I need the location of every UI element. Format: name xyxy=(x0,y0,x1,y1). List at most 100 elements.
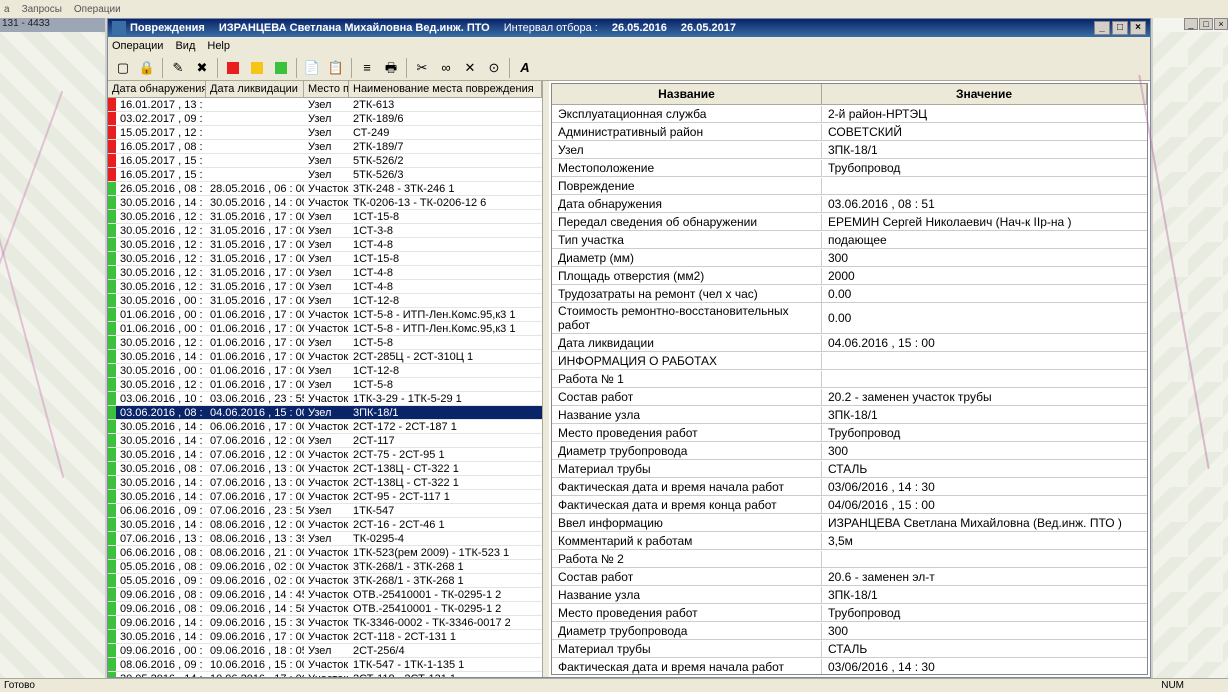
detail-row[interactable]: Трудозатраты на ремонт (чел х час)0.00 xyxy=(552,285,1147,303)
detail-row[interactable]: Ввел информациюИЗРАНЦЕВА Светлана Михайл… xyxy=(552,514,1147,532)
detail-row[interactable]: Работа № 2 xyxy=(552,550,1147,568)
table-row[interactable]: 09.06.2016 , 08 : 5809.06.2016 , 14 : 58… xyxy=(108,602,542,616)
col-date-found[interactable]: Дата обнаружения xyxy=(108,81,206,97)
scissors-button[interactable]: ✂ xyxy=(411,57,433,79)
detail-row[interactable]: Название узла3ПК-18/1 xyxy=(552,406,1147,424)
detail-row[interactable]: Тип участкаподающее xyxy=(552,231,1147,249)
menu-view[interactable]: Вид xyxy=(175,40,195,52)
table-row[interactable]: 30.05.2016 , 14 : 4707.06.2016 , 12 : 00… xyxy=(108,434,542,448)
table-row[interactable]: 01.06.2016 , 00 : 0001.06.2016 , 17 : 00… xyxy=(108,322,542,336)
table-row[interactable]: 30.05.2016 , 00 : 0031.05.2016 , 17 : 00… xyxy=(108,294,542,308)
table-row[interactable]: 06.06.2016 , 08 : 0108.06.2016 , 21 : 00… xyxy=(108,546,542,560)
table-row[interactable]: 08.06.2016 , 09 : 1710.06.2016 , 15 : 00… xyxy=(108,658,542,672)
table-row[interactable]: 06.06.2016 , 09 : 4607.06.2016 , 23 : 50… xyxy=(108,504,542,518)
col-name[interactable]: Наименование места повреждения xyxy=(349,81,542,97)
table-row[interactable]: 03.06.2016 , 08 : 5104.06.2016 , 15 : 00… xyxy=(108,406,542,420)
table-row[interactable]: 16.05.2017 , 08 : 53Узел2ТК-189/7 xyxy=(108,140,542,154)
table-row[interactable]: 15.05.2017 , 12 : 51УзелСТ-249 xyxy=(108,126,542,140)
table-row[interactable]: 30.05.2016 , 12 : 4031.05.2016 , 17 : 00… xyxy=(108,252,542,266)
doc1-button[interactable]: 📄 xyxy=(301,57,323,79)
col-date-fixed[interactable]: Дата ликвидации xyxy=(206,81,304,97)
table-row[interactable]: 30.05.2016 , 14 : 5006.06.2016 , 17 : 00… xyxy=(108,420,542,434)
detail-row[interactable]: Фактическая дата и время начала работ03/… xyxy=(552,658,1147,674)
table-row[interactable]: 30.05.2016 , 12 : 3231.05.2016 , 17 : 00… xyxy=(108,238,542,252)
table-row[interactable]: 30.05.2016 , 14 : 4408.06.2016 , 12 : 00… xyxy=(108,518,542,532)
detail-row[interactable]: Место проведения работТрубопровод xyxy=(552,604,1147,622)
detail-row[interactable]: Место проведения работТрубопровод xyxy=(552,424,1147,442)
detail-row[interactable]: Диаметр (мм)300 xyxy=(552,249,1147,267)
detail-row[interactable]: Передал сведения об обнаруженииЕРЕМИН Се… xyxy=(552,213,1147,231)
red-filter[interactable] xyxy=(222,57,244,79)
detail-row[interactable]: Состав работ20.6 - заменен эл-т xyxy=(552,568,1147,586)
detail-row[interactable]: ИНФОРМАЦИЯ О РАБОТАХ xyxy=(552,352,1147,370)
table-row[interactable]: 30.05.2016 , 14 : 3007.06.2016 , 13 : 00… xyxy=(108,476,542,490)
detail-row[interactable]: Дата обнаружения03.06.2016 , 08 : 51 xyxy=(552,195,1147,213)
detail-row[interactable]: Комментарий к работам3,5м xyxy=(552,532,1147,550)
detail-row[interactable]: Работа № 1 xyxy=(552,370,1147,388)
detail-row[interactable]: Административный районСОВЕТСКИЙ xyxy=(552,123,1147,141)
yellow-filter[interactable] xyxy=(246,57,268,79)
table-row[interactable]: 07.06.2016 , 13 : 3908.06.2016 , 13 : 39… xyxy=(108,532,542,546)
detail-row[interactable]: Стоимость ремонтно-восстановительных раб… xyxy=(552,303,1147,334)
detail-row[interactable]: Повреждение xyxy=(552,177,1147,195)
cross-button[interactable]: ✕ xyxy=(459,57,481,79)
table-row[interactable]: 30.05.2016 , 08 : 5907.06.2016 , 13 : 00… xyxy=(108,462,542,476)
table-row[interactable]: 30.05.2016 , 14 : 4807.06.2016 , 17 : 00… xyxy=(108,490,542,504)
incident-table[interactable]: Дата обнаружения Дата ликвидации Место п… xyxy=(108,81,542,677)
table-row[interactable]: 09.06.2016 , 14 : 5309.06.2016 , 15 : 30… xyxy=(108,616,542,630)
detail-row[interactable]: Узел3ПК-18/1 xyxy=(552,141,1147,159)
new-button[interactable]: ▢ xyxy=(112,57,134,79)
col-place[interactable]: Место п... xyxy=(304,81,349,97)
table-row[interactable]: 30.05.2016 , 14 : 3501.06.2016 , 17 : 00… xyxy=(108,350,542,364)
table-row[interactable]: 16.01.2017 , 13 : 19Узел2ТК-613 xyxy=(108,98,542,112)
table-row[interactable]: 30.05.2016 , 14 : 4609.06.2016 , 17 : 00… xyxy=(108,630,542,644)
table-row[interactable]: 30.05.2016 , 12 : 3031.05.2016 , 17 : 00… xyxy=(108,280,542,294)
table-row[interactable]: 30.05.2016 , 12 : 3531.05.2016 , 17 : 00… xyxy=(108,210,542,224)
table-row[interactable]: 30.05.2016 , 12 : 5201.06.2016 , 17 : 00… xyxy=(108,336,542,350)
splitter[interactable] xyxy=(543,81,549,677)
font-button[interactable]: A xyxy=(514,57,536,79)
menu-item[interactable]: а xyxy=(4,4,10,15)
outer-close[interactable]: × xyxy=(1214,18,1228,30)
print-button[interactable]: 🖶 xyxy=(380,57,402,79)
lines-button[interactable]: ≡ xyxy=(356,57,378,79)
target-button[interactable]: ⊙ xyxy=(483,57,505,79)
detail-row[interactable]: Диаметр трубопровода300 xyxy=(552,442,1147,460)
menu-operations[interactable]: Операции xyxy=(112,40,163,52)
outer-minimize[interactable]: _ xyxy=(1184,18,1198,30)
lock-button[interactable]: 🔒 xyxy=(136,57,158,79)
table-row[interactable]: 16.05.2017 , 15 : 58Узел5ТК-526/3 xyxy=(108,168,542,182)
table-row[interactable]: 09.06.2016 , 08 : 4509.06.2016 , 14 : 45… xyxy=(108,588,542,602)
table-row[interactable]: 26.05.2016 , 08 : 3128.05.2016 , 06 : 00… xyxy=(108,182,542,196)
detail-row[interactable]: Состав работ20.2 - заменен участок трубы xyxy=(552,388,1147,406)
doc2-button[interactable]: 📋 xyxy=(325,57,347,79)
menu-item[interactable]: Запросы xyxy=(22,4,62,15)
edit-button[interactable]: ✎ xyxy=(167,57,189,79)
maximize-button[interactable]: □ xyxy=(1112,21,1128,35)
table-row[interactable]: 01.06.2016 , 00 : 0001.06.2016 , 17 : 00… xyxy=(108,308,542,322)
table-row[interactable]: 30.05.2016 , 14 : 4507.06.2016 , 12 : 00… xyxy=(108,448,542,462)
detail-row[interactable]: Материал трубыСТАЛЬ xyxy=(552,640,1147,658)
table-row[interactable]: 30.05.2016 , 00 : 0001.06.2016 , 17 : 00… xyxy=(108,364,542,378)
minimize-button[interactable]: _ xyxy=(1094,21,1110,35)
menu-item[interactable]: Операции xyxy=(74,4,121,15)
detail-row[interactable]: Диаметр трубопровода300 xyxy=(552,622,1147,640)
table-row[interactable]: 16.05.2017 , 15 : 58Узел5ТК-526/2 xyxy=(108,154,542,168)
table-row[interactable]: 30.05.2016 , 12 : 5301.06.2016 , 17 : 00… xyxy=(108,378,542,392)
detail-row[interactable]: Фактическая дата и время начала работ03/… xyxy=(552,478,1147,496)
detail-row[interactable]: МестоположениеТрубопровод xyxy=(552,159,1147,177)
eye-button[interactable]: ∞ xyxy=(435,57,457,79)
delete-button[interactable]: ✖ xyxy=(191,57,213,79)
table-row[interactable]: 30.05.2016 , 12 : 2931.05.2016 , 17 : 00… xyxy=(108,224,542,238)
table-row[interactable]: 05.05.2016 , 08 : 4309.06.2016 , 02 : 00… xyxy=(108,560,542,574)
detail-row[interactable]: Эксплуатационная служба2-й район-НРТЭЦ xyxy=(552,105,1147,123)
close-button[interactable]: × xyxy=(1130,21,1146,35)
table-row[interactable]: 03.06.2016 , 10 : 3003.06.2016 , 23 : 55… xyxy=(108,392,542,406)
table-row[interactable]: 05.05.2016 , 09 : 4609.06.2016 , 02 : 00… xyxy=(108,574,542,588)
green-filter[interactable] xyxy=(270,57,292,79)
detail-row[interactable]: Площадь отверстия (мм2)2000 xyxy=(552,267,1147,285)
table-row[interactable]: 09.06.2016 , 00 : 0009.06.2016 , 18 : 05… xyxy=(108,644,542,658)
detail-row[interactable]: Материал трубыСТАЛЬ xyxy=(552,460,1147,478)
detail-body[interactable]: Эксплуатационная служба2-й район-НРТЭЦАд… xyxy=(552,105,1147,674)
outer-maximize[interactable]: □ xyxy=(1199,18,1213,30)
